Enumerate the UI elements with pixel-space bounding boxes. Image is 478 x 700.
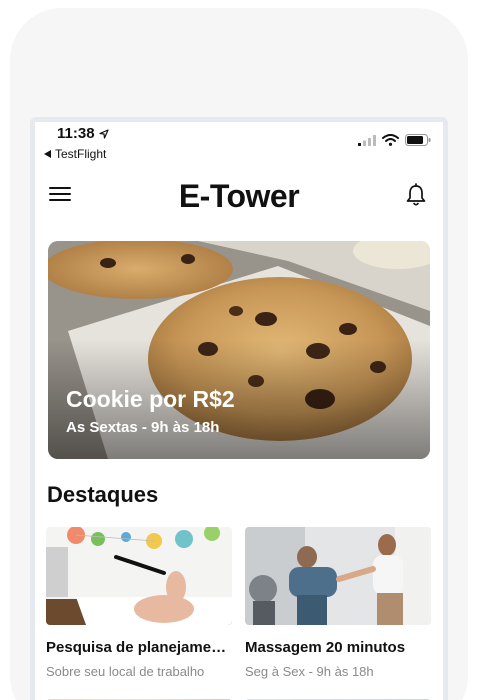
highlight-card-planning[interactable]: Pesquisa de planejamento Sobre seu local… bbox=[46, 527, 232, 679]
status-time: 11:38 bbox=[57, 125, 109, 142]
hero-title: Cookie por R$2 bbox=[66, 386, 235, 412]
section-title-highlights: Destaques bbox=[47, 482, 159, 507]
card-title: Pesquisa de planejamento bbox=[46, 639, 232, 656]
back-triangle-icon bbox=[44, 150, 51, 158]
cellular-signal-icon bbox=[358, 134, 376, 146]
app-screen: 11:38 TestFlight E-Tower Cookie por R$2 … bbox=[35, 122, 443, 700]
card-subtitle: Seg à Sex - 9h às 18h bbox=[245, 664, 374, 679]
wifi-icon bbox=[382, 134, 399, 146]
battery-icon bbox=[405, 134, 431, 146]
notifications-button[interactable] bbox=[405, 183, 429, 207]
hero-banner[interactable]: Cookie por R$2 As Sextas - 9h às 18h bbox=[48, 241, 430, 459]
location-arrow-icon bbox=[98, 128, 109, 139]
page-title: E-Tower bbox=[178, 178, 300, 214]
status-icons bbox=[358, 134, 431, 146]
massage-photo bbox=[245, 527, 431, 625]
hero-subtitle: As Sextas - 9h às 18h bbox=[66, 419, 220, 436]
highlight-card-massage[interactable]: Massagem 20 minutos Seg à Sex - 9h às 18… bbox=[245, 527, 431, 679]
card-title: Massagem 20 minutos bbox=[245, 639, 406, 656]
back-label: TestFlight bbox=[55, 147, 107, 161]
status-time-label: 11:38 bbox=[57, 125, 95, 142]
planning-photo bbox=[46, 527, 232, 625]
card-subtitle: Sobre seu local de trabalho bbox=[46, 664, 205, 679]
bell-icon bbox=[406, 183, 426, 206]
back-to-testflight[interactable]: TestFlight bbox=[44, 147, 106, 161]
